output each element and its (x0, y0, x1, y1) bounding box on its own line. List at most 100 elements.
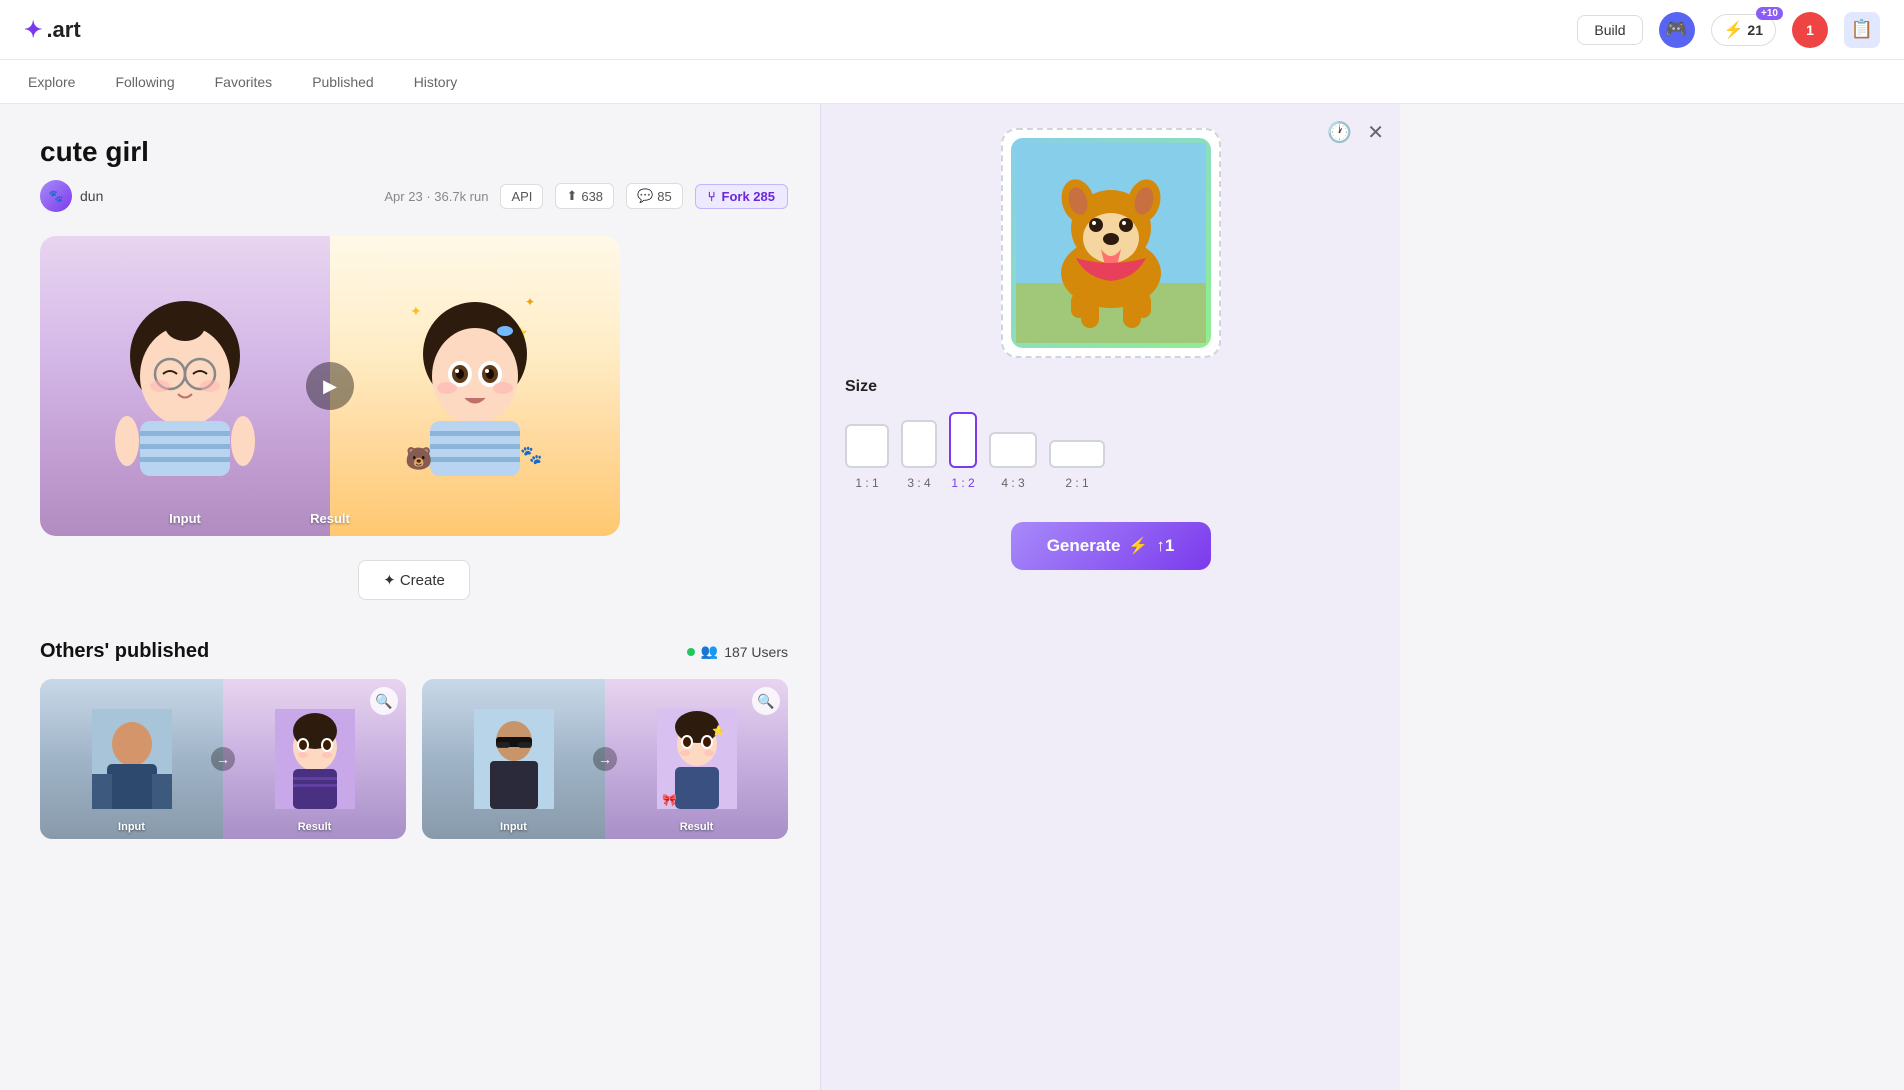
size-option-3-4[interactable]: 3 : 4 (901, 420, 937, 490)
size-option-2-1[interactable]: 2 : 1 (1049, 440, 1105, 490)
svg-text:🎀: 🎀 (662, 793, 677, 807)
main-content: cute girl 🐾 dun Apr 23 · 36.7k run API ⬆… (0, 104, 1904, 1090)
size-label-4-3: 4 : 3 (1001, 476, 1024, 490)
gallery-search-icon-2[interactable]: 🔍 (752, 687, 780, 715)
left-panel: cute girl 🐾 dun Apr 23 · 36.7k run API ⬆… (0, 104, 820, 1090)
section-header: Others' published 👥 187 Users (40, 640, 788, 663)
avatar: 🐾 (40, 180, 72, 212)
size-box-1-1 (845, 424, 889, 468)
nav-bar: Explore Following Favorites Published Hi… (0, 60, 1904, 104)
gallery-input: Input (40, 679, 223, 839)
input-image (40, 236, 330, 536)
gallery-input-img-2 (422, 679, 605, 839)
lightning-icon: ⚡ (1724, 20, 1744, 40)
input-label: Input (169, 511, 201, 526)
api-button[interactable]: API (500, 184, 543, 209)
users-badge: 👥 187 Users (687, 643, 788, 660)
header: ✦ .art Build 🎮 +10 ⚡ 21 1 📋 (0, 0, 1904, 60)
generate-cost: ↑1 (1156, 536, 1174, 556)
lightning-count: 21 (1747, 22, 1763, 38)
size-label-2-1: 2 : 1 (1065, 476, 1088, 490)
gallery-item[interactable]: Input → (40, 679, 406, 839)
girl-right-svg: ✦ ✦ ⭐ (395, 286, 555, 486)
size-title: Size (845, 378, 1376, 396)
discord-icon: 🎮 (1665, 19, 1687, 40)
gallery-arrow-icon: → (211, 747, 235, 771)
lightning-badge: +10 (1756, 7, 1783, 20)
gallery-input-2: Input (422, 679, 605, 839)
logo-text: .art (46, 17, 80, 43)
size-options: 1 : 1 3 : 4 1 : 2 4 : 3 (845, 412, 1376, 490)
upload-icon: ⬆ (566, 188, 577, 204)
gallery-input-label-2: Input (500, 821, 527, 833)
logo-icon: ✦ (24, 17, 42, 43)
gallery-item-inner-2: Input → (422, 679, 788, 839)
svg-text:✦: ✦ (410, 303, 422, 319)
meta-row: Apr 23 · 36.7k run API ⬆ 638 💬 85 ⑂ Fork… (384, 183, 788, 209)
history-button[interactable]: 🕐 (1327, 120, 1352, 145)
wallet-button[interactable]: 📋 (1844, 12, 1880, 48)
author-info: 🐾 dun (40, 180, 103, 212)
svg-text:🐻: 🐻 (405, 445, 432, 471)
generate-button[interactable]: Generate ⚡ ↑1 (1011, 522, 1211, 570)
right-panel: 🕐 ✕ (820, 104, 1400, 1090)
close-button[interactable]: ✕ (1367, 120, 1384, 145)
nav-item-explore[interactable]: Explore (24, 60, 79, 104)
discord-button[interactable]: 🎮 (1659, 12, 1695, 48)
corgi-svg (1016, 143, 1206, 343)
size-label-1-1: 1 : 1 (855, 476, 878, 490)
meta-date: Apr 23 · 36.7k run (384, 189, 488, 204)
gallery-grid: Input → (40, 679, 788, 839)
svg-text:🐾: 🐾 (520, 445, 542, 465)
girl-left-svg (105, 286, 265, 486)
author-name[interactable]: dun (80, 188, 103, 204)
gallery-search-icon[interactable]: 🔍 (370, 687, 398, 715)
users-icon: 👥 (701, 643, 718, 660)
fork-button[interactable]: ⑂ Fork 285 (695, 184, 788, 209)
page-title: cute girl (40, 136, 788, 168)
size-option-1-2[interactable]: 1 : 2 (949, 412, 977, 490)
size-box-2-1 (1049, 440, 1105, 468)
gallery-item-inner: Input → (40, 679, 406, 839)
create-button[interactable]: ✦ Create (358, 560, 470, 600)
nav-item-favorites[interactable]: Favorites (211, 60, 277, 104)
gallery-input-label: Input (118, 821, 145, 833)
svg-text:✦: ✦ (525, 295, 535, 309)
size-option-4-3[interactable]: 4 : 3 (989, 432, 1037, 490)
result-label: Result (310, 511, 350, 526)
svg-text:⭐: ⭐ (712, 724, 724, 737)
others-published-title: Others' published (40, 640, 209, 663)
preview-result: ✦ ✦ ⭐ (330, 236, 620, 536)
size-section: Size 1 : 1 3 : 4 1 : 2 (845, 378, 1376, 490)
generate-button-wrapper: Generate ⚡ ↑1 (845, 490, 1376, 570)
result-image: ✦ ✦ ⭐ (330, 236, 620, 536)
nav-item-following[interactable]: Following (111, 60, 178, 104)
size-box-3-4 (901, 420, 937, 468)
author-row: 🐾 dun Apr 23 · 36.7k run API ⬆ 638 💬 85 (40, 180, 788, 212)
gallery-result-label-2: Result (680, 821, 714, 833)
size-label-1-2: 1 : 2 (951, 476, 974, 490)
preview-container: Input ▶ ✦ ✦ ⭐ (40, 236, 620, 536)
generate-lightning-icon: ⚡ (1128, 536, 1148, 556)
gallery-input-img (40, 679, 223, 839)
comment-icon: 💬 (637, 188, 653, 204)
comment-count-button[interactable]: 💬 85 (626, 183, 683, 209)
build-button[interactable]: Build (1577, 15, 1642, 45)
play-button[interactable]: ▶ (306, 362, 354, 410)
users-count: 187 Users (724, 644, 788, 660)
wallet-icon: 📋 (1851, 19, 1873, 40)
nav-item-published[interactable]: Published (308, 60, 378, 104)
nav-item-history[interactable]: History (410, 60, 462, 104)
online-indicator (687, 648, 695, 656)
gallery-item[interactable]: Input → (422, 679, 788, 839)
size-option-1-1[interactable]: 1 : 1 (845, 424, 889, 490)
upload-area[interactable] (1001, 128, 1221, 358)
generate-label: Generate (1047, 536, 1121, 556)
lightning-button[interactable]: +10 ⚡ 21 (1711, 14, 1777, 46)
fork-count-button[interactable]: ⬆ 638 (555, 183, 614, 209)
notification-button[interactable]: 1 (1792, 12, 1828, 48)
size-box-1-2 (949, 412, 977, 468)
logo[interactable]: ✦ .art (24, 17, 81, 43)
preview-input: Input (40, 236, 330, 536)
size-label-3-4: 3 : 4 (907, 476, 930, 490)
